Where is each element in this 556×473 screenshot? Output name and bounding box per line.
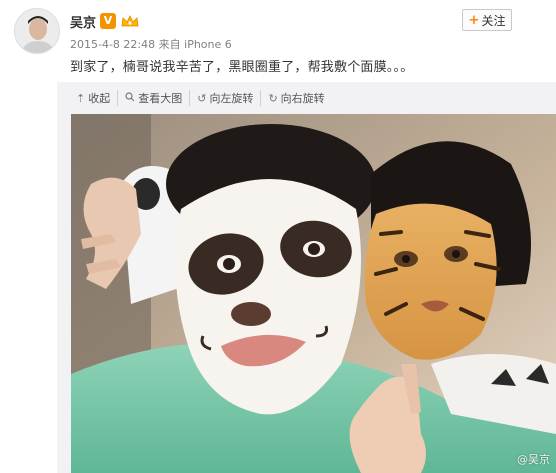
view-large-button[interactable]: 查看大图 xyxy=(118,90,191,106)
weibo-post: 吴京 V 2015-4-8 22:48 来自 iPhone 6 到家了，楠哥说我… xyxy=(0,0,556,473)
vip-crown-icon xyxy=(120,13,140,29)
avatar-image xyxy=(15,9,59,53)
collapse-button[interactable]: ⇡ 收起 xyxy=(69,90,119,106)
media-box: ⇡ 收起 查看大图 ↺ 向左旋转 ↻ 向右旋转 @吴京 xyxy=(57,82,556,473)
source-prefix: 来自 xyxy=(158,38,181,51)
rotate-left-icon: ↺ xyxy=(197,91,207,105)
rotate-right-icon: ↻ xyxy=(268,91,278,105)
verified-badge-icon: V xyxy=(100,13,117,29)
collapse-arrow-icon: ⇡ xyxy=(76,91,86,105)
timestamp[interactable]: 2015-4-8 22:48 xyxy=(70,38,155,51)
avatar[interactable] xyxy=(14,8,60,54)
view-large-label: 查看大图 xyxy=(138,92,183,105)
rotate-left-label: 向左旋转 xyxy=(209,92,254,105)
follow-label: 关注 xyxy=(481,13,506,28)
post-content: 到家了，楠哥说我辛苦了，黑眼圈重了，帮我敷个面膜。。。 xyxy=(70,60,414,75)
post-photo[interactable]: @吴京 xyxy=(71,114,556,473)
photo-watermark: @吴京 xyxy=(517,453,550,466)
rotate-left-button[interactable]: ↺ 向左旋转 xyxy=(190,90,262,106)
post-meta: 2015-4-8 22:48 来自 iPhone 6 xyxy=(70,36,232,52)
follow-button[interactable]: + 关注 xyxy=(462,9,512,31)
collapse-label: 收起 xyxy=(88,92,111,105)
image-toolbar: ⇡ 收起 查看大图 ↺ 向左旋转 ↻ 向右旋转 xyxy=(69,89,332,107)
source[interactable]: iPhone 6 xyxy=(184,38,232,51)
rotate-right-button[interactable]: ↻ 向右旋转 xyxy=(261,90,331,106)
rotate-right-label: 向右旋转 xyxy=(280,92,325,105)
magnifier-icon xyxy=(125,91,135,105)
username[interactable]: 吴京 xyxy=(70,12,96,31)
selfie-image xyxy=(71,114,556,473)
user-row: 吴京 V xyxy=(70,12,140,31)
plus-icon: + xyxy=(468,12,480,28)
